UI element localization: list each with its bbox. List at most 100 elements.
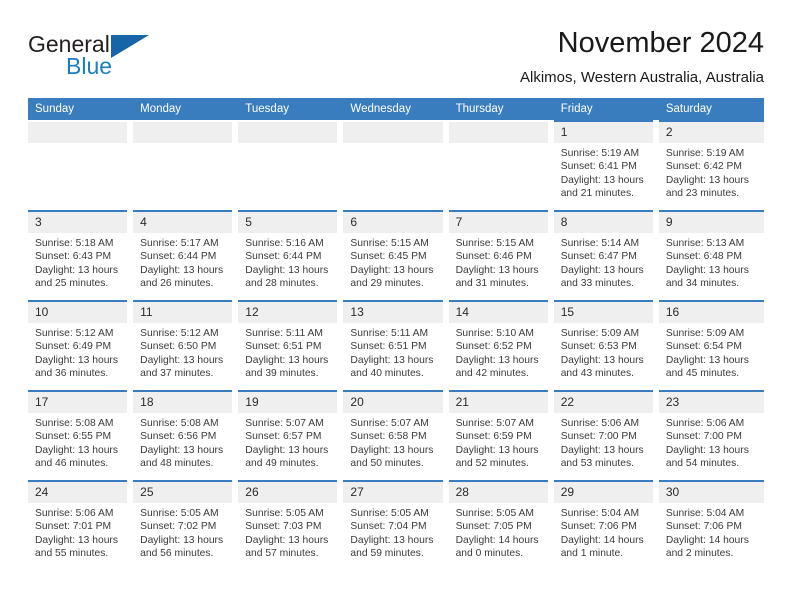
sunrise-text: Sunrise: 5:06 AM xyxy=(560,418,640,429)
day-details: Sunrise: 5:16 AM Sunset: 6:44 PM Daylight:… xyxy=(238,233,337,291)
weekday-header-wednesday: Wednesday xyxy=(343,98,449,120)
day-number: 25 xyxy=(133,482,233,503)
sunset-text: Sunset: 6:57 PM xyxy=(245,431,322,443)
daylight-text: Daylight: 13 hours and 23 minutes. xyxy=(665,174,749,200)
calendar-day-empty xyxy=(133,120,233,210)
sunrise-text: Sunrise: 5:17 AM xyxy=(140,238,219,249)
daylight-text: Daylight: 13 hours and 45 minutes. xyxy=(665,354,749,380)
day-number: 21 xyxy=(448,392,548,413)
day-details: Sunrise: 5:04 AM Sunset: 7:06 PM Daylight:… xyxy=(554,503,653,561)
sunrise-text: Sunrise: 5:05 AM xyxy=(245,508,324,519)
day-number: 19 xyxy=(238,392,338,413)
calendar-day[interactable]: 28 Sunrise: 5:05 AM Sunset: 7:05 PM Dayligh… xyxy=(448,480,548,570)
sunset-text: Sunset: 6:44 PM xyxy=(245,251,322,263)
sunset-text: Sunset: 6:43 PM xyxy=(35,251,112,263)
calendar-day[interactable]: 6 Sunrise: 5:15 AM Sunset: 6:45 PM Daylight… xyxy=(343,210,443,300)
day-details: Sunrise: 5:05 AM Sunset: 7:02 PM Daylight:… xyxy=(133,503,232,561)
day-number xyxy=(133,122,233,143)
day-details: Sunrise: 5:08 AM Sunset: 6:55 PM Daylight:… xyxy=(28,413,127,471)
day-number: 15 xyxy=(553,302,653,323)
day-number: 14 xyxy=(448,302,548,323)
calendar-day[interactable]: 5 Sunrise: 5:16 AM Sunset: 6:44 PM Daylight… xyxy=(238,210,338,300)
sunrise-text: Sunrise: 5:14 AM xyxy=(560,238,640,249)
sunset-text: Sunset: 6:42 PM xyxy=(665,161,742,173)
sunrise-text: Sunrise: 5:16 AM xyxy=(245,238,324,249)
calendar-day[interactable]: 20 Sunrise: 5:07 AM Sunset: 6:58 PM Dayligh… xyxy=(343,390,443,480)
calendar-cell: 19 Sunrise: 5:07 AM Sunset: 6:57 PM Dayligh… xyxy=(238,390,343,480)
triangle-icon xyxy=(111,35,149,58)
calendar-cell: 1 Sunrise: 5:19 AM Sunset: 6:41 PM Daylight… xyxy=(553,120,659,210)
calendar-cell: 3 Sunrise: 5:18 AM Sunset: 6:43 PM Daylight… xyxy=(28,210,133,300)
day-number: 4 xyxy=(133,212,233,233)
calendar-day[interactable]: 16 Sunrise: 5:09 AM Sunset: 6:54 PM Dayligh… xyxy=(658,300,764,390)
calendar-week-row: 24 Sunrise: 5:06 AM Sunset: 7:01 PM Dayligh… xyxy=(28,480,764,570)
day-details: Sunrise: 5:18 AM Sunset: 6:43 PM Daylight:… xyxy=(28,233,127,291)
calendar-day[interactable]: 7 Sunrise: 5:15 AM Sunset: 6:46 PM Daylight… xyxy=(448,210,548,300)
calendar-day[interactable]: 19 Sunrise: 5:07 AM Sunset: 6:57 PM Dayligh… xyxy=(238,390,338,480)
calendar-day[interactable]: 25 Sunrise: 5:05 AM Sunset: 7:02 PM Dayligh… xyxy=(133,480,233,570)
sunrise-text: Sunrise: 5:04 AM xyxy=(665,508,745,519)
day-details: Sunrise: 5:13 AM Sunset: 6:48 PM Daylight:… xyxy=(659,233,764,291)
daylight-text: Daylight: 13 hours and 53 minutes. xyxy=(560,444,644,470)
calendar-day[interactable]: 1 Sunrise: 5:19 AM Sunset: 6:41 PM Daylight… xyxy=(553,120,653,210)
day-details: Sunrise: 5:09 AM Sunset: 6:54 PM Daylight:… xyxy=(659,323,764,381)
calendar-cell: 15 Sunrise: 5:09 AM Sunset: 6:53 PM Dayligh… xyxy=(553,300,659,390)
calendar-cell: 30 Sunrise: 5:04 AM Sunset: 7:06 PM Dayligh… xyxy=(658,480,764,570)
calendar-day[interactable]: 22 Sunrise: 5:06 AM Sunset: 7:00 PM Dayligh… xyxy=(553,390,653,480)
daylight-text: Daylight: 13 hours and 54 minutes. xyxy=(665,444,749,470)
general-blue-logo[interactable]: General Blue xyxy=(28,26,208,78)
sunset-text: Sunset: 6:58 PM xyxy=(350,431,427,443)
daylight-text: Daylight: 13 hours and 59 minutes. xyxy=(350,534,434,560)
calendar-day[interactable]: 18 Sunrise: 5:08 AM Sunset: 6:56 PM Dayligh… xyxy=(133,390,233,480)
daylight-text: Daylight: 13 hours and 21 minutes. xyxy=(560,174,644,200)
day-details: Sunrise: 5:06 AM Sunset: 7:00 PM Daylight:… xyxy=(554,413,653,471)
calendar-cell: 12 Sunrise: 5:11 AM Sunset: 6:51 PM Dayligh… xyxy=(238,300,343,390)
calendar-day[interactable]: 12 Sunrise: 5:11 AM Sunset: 6:51 PM Dayligh… xyxy=(238,300,338,390)
calendar-day[interactable]: 13 Sunrise: 5:11 AM Sunset: 6:51 PM Dayligh… xyxy=(343,300,443,390)
calendar-cell: 28 Sunrise: 5:05 AM Sunset: 7:05 PM Dayligh… xyxy=(448,480,554,570)
day-number: 20 xyxy=(343,392,443,413)
day-details: Sunrise: 5:05 AM Sunset: 7:04 PM Daylight:… xyxy=(343,503,442,561)
day-details: Sunrise: 5:05 AM Sunset: 7:03 PM Daylight:… xyxy=(238,503,337,561)
sunset-text: Sunset: 7:01 PM xyxy=(35,521,112,533)
calendar-day[interactable]: 14 Sunrise: 5:10 AM Sunset: 6:52 PM Dayligh… xyxy=(448,300,548,390)
calendar-day[interactable]: 9 Sunrise: 5:13 AM Sunset: 6:48 PM Daylight… xyxy=(658,210,764,300)
calendar-day[interactable]: 2 Sunrise: 5:19 AM Sunset: 6:42 PM Daylight… xyxy=(658,120,764,210)
calendar-cell: 27 Sunrise: 5:05 AM Sunset: 7:04 PM Dayligh… xyxy=(343,480,448,570)
calendar-day[interactable]: 17 Sunrise: 5:08 AM Sunset: 6:55 PM Dayligh… xyxy=(28,390,128,480)
sunrise-text: Sunrise: 5:05 AM xyxy=(350,508,429,519)
calendar-cell xyxy=(448,120,554,210)
calendar-day[interactable]: 10 Sunrise: 5:12 AM Sunset: 6:49 PM Dayligh… xyxy=(28,300,128,390)
daylight-text: Daylight: 13 hours and 34 minutes. xyxy=(665,264,749,290)
calendar-day[interactable]: 29 Sunrise: 5:04 AM Sunset: 7:06 PM Dayligh… xyxy=(553,480,653,570)
calendar-day[interactable]: 30 Sunrise: 5:04 AM Sunset: 7:06 PM Dayligh… xyxy=(658,480,764,570)
calendar-day[interactable]: 4 Sunrise: 5:17 AM Sunset: 6:44 PM Daylight… xyxy=(133,210,233,300)
calendar-day[interactable]: 3 Sunrise: 5:18 AM Sunset: 6:43 PM Daylight… xyxy=(28,210,128,300)
calendar-day[interactable]: 27 Sunrise: 5:05 AM Sunset: 7:04 PM Dayligh… xyxy=(343,480,443,570)
day-details: Sunrise: 5:09 AM Sunset: 6:53 PM Daylight:… xyxy=(554,323,653,381)
calendar-day[interactable]: 24 Sunrise: 5:06 AM Sunset: 7:01 PM Dayligh… xyxy=(28,480,128,570)
calendar-day[interactable]: 11 Sunrise: 5:12 AM Sunset: 6:50 PM Dayligh… xyxy=(133,300,233,390)
calendar-cell: 17 Sunrise: 5:08 AM Sunset: 6:55 PM Dayligh… xyxy=(28,390,133,480)
calendar-cell: 23 Sunrise: 5:06 AM Sunset: 7:00 PM Dayligh… xyxy=(658,390,764,480)
calendar-day[interactable]: 26 Sunrise: 5:05 AM Sunset: 7:03 PM Dayligh… xyxy=(238,480,338,570)
sunset-text: Sunset: 6:41 PM xyxy=(560,161,637,173)
weekday-header-monday: Monday xyxy=(133,98,239,120)
day-details: Sunrise: 5:12 AM Sunset: 6:49 PM Daylight:… xyxy=(28,323,127,381)
daylight-text: Daylight: 13 hours and 42 minutes. xyxy=(455,354,539,380)
daylight-text: Daylight: 13 hours and 28 minutes. xyxy=(245,264,329,290)
calendar-day[interactable]: 23 Sunrise: 5:06 AM Sunset: 7:00 PM Dayligh… xyxy=(658,390,764,480)
page-header: General Blue November 2024 Alkimos, West… xyxy=(28,26,764,88)
sunset-text: Sunset: 6:56 PM xyxy=(140,431,217,443)
daylight-text: Daylight: 13 hours and 46 minutes. xyxy=(35,444,118,470)
sunrise-text: Sunrise: 5:08 AM xyxy=(35,418,114,429)
sunset-text: Sunset: 6:54 PM xyxy=(665,341,742,353)
day-number: 27 xyxy=(343,482,443,503)
day-number: 22 xyxy=(553,392,653,413)
calendar-day[interactable]: 15 Sunrise: 5:09 AM Sunset: 6:53 PM Dayligh… xyxy=(553,300,653,390)
calendar-week-row: 3 Sunrise: 5:18 AM Sunset: 6:43 PM Daylight… xyxy=(28,210,764,300)
day-details: Sunrise: 5:07 AM Sunset: 6:58 PM Daylight:… xyxy=(343,413,442,471)
calendar-day[interactable]: 21 Sunrise: 5:07 AM Sunset: 6:59 PM Dayligh… xyxy=(448,390,548,480)
calendar-day[interactable]: 8 Sunrise: 5:14 AM Sunset: 6:47 PM Daylight… xyxy=(553,210,653,300)
calendar-cell: 9 Sunrise: 5:13 AM Sunset: 6:48 PM Daylight… xyxy=(658,210,764,300)
